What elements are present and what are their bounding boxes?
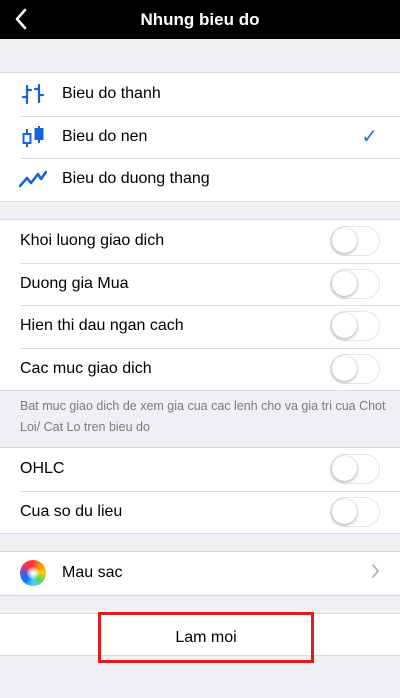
toggle-label: Cac muc giao dich (20, 359, 152, 377)
color-row[interactable]: Mau sac (0, 552, 400, 595)
toggle-row-trade-levels: Cac muc giao dich (0, 347, 400, 391)
chart-type-label: Bieu do duong thang (62, 170, 210, 188)
chart-type-bar-row[interactable]: Bieu do thanh (0, 73, 400, 116)
toggle-row-ohlc: OHLC (0, 448, 400, 491)
toggles-group-2: OHLC Cua so du lieu (0, 447, 400, 534)
switch-knob (332, 228, 357, 254)
toggle-row-bid-line: Duong gia Mua (0, 262, 400, 306)
separators-switch[interactable] (330, 311, 380, 342)
bid-line-switch[interactable] (330, 268, 380, 299)
data-window-switch[interactable] (330, 496, 380, 527)
color-wheel-icon (20, 560, 46, 587)
switch-knob (332, 456, 357, 482)
chart-type-candle-row[interactable]: Bieu do nen ✓ (0, 115, 400, 159)
toggle-label: Hien thi dau ngan cach (20, 317, 184, 335)
toggles-group-1: Khoi luong giao dich Duong gia Mua Hien … (0, 219, 400, 391)
reset-section: Lam moi (0, 612, 400, 663)
volume-switch[interactable] (330, 226, 380, 257)
ohlc-switch[interactable] (330, 454, 380, 485)
toggle-row-separators: Hien thi dau ngan cach (0, 305, 400, 348)
toggle-label: Duong gia Mua (20, 274, 129, 292)
checkmark-icon: ✓ (361, 126, 378, 149)
switch-knob (332, 313, 357, 339)
trade-levels-switch[interactable] (330, 353, 380, 384)
trade-levels-footnote: Bat muc giao dich de xem gia cua cac len… (20, 399, 386, 434)
toggle-row-volume: Khoi luong giao dich (0, 220, 400, 263)
toggle-label: Cua so du lieu (20, 502, 123, 520)
reset-button[interactable]: Lam moi (98, 612, 314, 663)
toggle-label: Khoi luong giao dich (20, 232, 165, 250)
switch-knob (332, 270, 357, 296)
switch-knob (332, 498, 357, 524)
toggle-row-data-window: Cua so du lieu (0, 490, 400, 534)
chart-type-label: Bieu do thanh (62, 85, 161, 103)
chart-type-label: Bieu do nen (62, 127, 148, 145)
chart-type-line-row[interactable]: Bieu do duong thang (0, 158, 400, 201)
chart-type-group: Bieu do thanh Bieu do nen ✓ Bieu do duon… (0, 72, 400, 202)
nav-bar: Nhung bieu do (0, 0, 400, 39)
color-group: Mau sac (0, 551, 400, 596)
bar-chart-icon (19, 82, 47, 106)
chevron-right-icon (371, 563, 380, 583)
toggle-label: OHLC (20, 460, 65, 478)
switch-knob (332, 355, 357, 381)
candlestick-chart-icon (19, 125, 47, 149)
page-title: Nhung bieu do (140, 9, 260, 29)
line-chart-icon (19, 167, 47, 191)
color-row-label: Mau sac (62, 564, 123, 582)
